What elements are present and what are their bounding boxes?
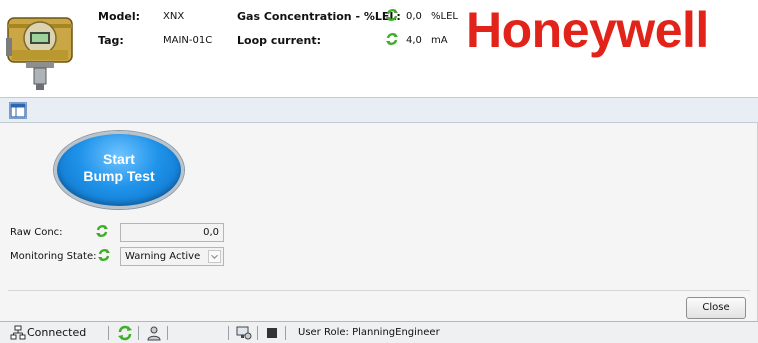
loop-current-unit: mA <box>431 35 448 46</box>
loop-current-label: Loop current: <box>237 34 321 47</box>
user-role: User Role: PlanningEngineer <box>298 327 440 338</box>
close-button[interactable]: Close <box>686 297 746 319</box>
tag-value: MAIN-01C <box>163 35 213 46</box>
refresh-icon[interactable] <box>385 32 399 46</box>
refresh-icon[interactable] <box>95 224 109 238</box>
monitoring-state-label: Monitoring State: <box>10 251 97 262</box>
stop-icon[interactable] <box>264 325 280 341</box>
gas-concentration-label: Gas Concentration - %LEL: <box>237 10 401 23</box>
gas-concentration-value: 0,0 <box>406 11 422 22</box>
panel-view-button[interactable] <box>9 102 27 119</box>
separator <box>138 326 139 340</box>
panel-icon <box>10 103 26 118</box>
tag-label: Tag: <box>98 34 124 47</box>
separator <box>167 326 168 340</box>
separator <box>285 326 286 340</box>
separator <box>108 326 109 340</box>
refresh-icon[interactable] <box>97 248 111 262</box>
divider <box>8 290 750 291</box>
model-label: Model: <box>98 10 141 23</box>
bump-line-1: Start <box>103 151 135 167</box>
loop-current-value: 4,0 <box>406 35 422 46</box>
monitoring-state-value: Warning Active <box>125 251 201 262</box>
separator <box>257 326 258 340</box>
main-panel: Start Bump Test Raw Conc: 0,0 Monitoring… <box>0 123 758 321</box>
gas-concentration-unit: %LEL <box>431 11 458 22</box>
monitoring-state-select[interactable]: Warning Active <box>120 247 224 266</box>
connection-status: Connected <box>27 326 87 339</box>
network-icon <box>10 325 26 340</box>
status-bar: Connected User Role: PlanningEngineer <box>0 321 758 343</box>
honeywell-logo: Honeywell <box>466 2 709 58</box>
chevron-down-icon[interactable] <box>208 250 221 263</box>
raw-conc-field: 0,0 <box>120 223 224 242</box>
separator <box>228 326 229 340</box>
toolbar <box>0 98 758 123</box>
refresh-icon[interactable] <box>385 8 399 22</box>
model-value: XNX <box>163 11 185 22</box>
user-icon[interactable] <box>146 325 162 341</box>
gas-detector-icon <box>6 17 73 90</box>
refresh-icon[interactable] <box>117 325 133 341</box>
header: Model: XNX Tag: MAIN-01C Gas Concentrati… <box>0 0 758 98</box>
start-bump-test-button[interactable]: Start Bump Test <box>54 131 184 209</box>
monitor-icon[interactable] <box>236 325 252 341</box>
bump-line-2: Bump Test <box>83 168 155 184</box>
raw-conc-label: Raw Conc: <box>10 227 63 238</box>
